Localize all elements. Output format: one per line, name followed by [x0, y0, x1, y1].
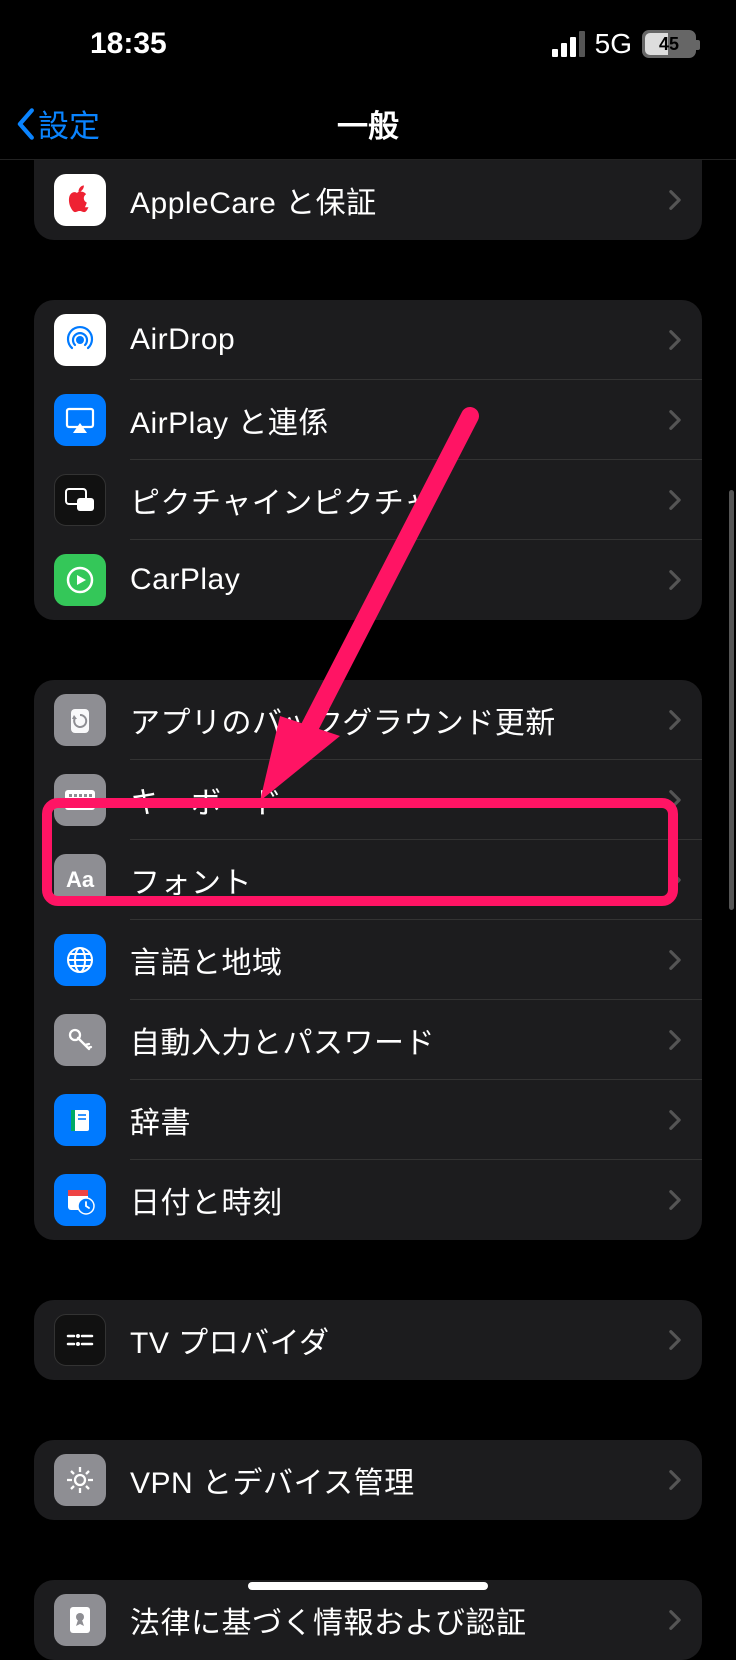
row-carplay[interactable]: CarPlay	[34, 540, 702, 620]
apple-logo-icon	[54, 174, 106, 226]
row-label: アプリのバックグラウンド更新	[130, 698, 668, 742]
row-label: AppleCare と保証	[130, 178, 668, 222]
settings-group: TV プロバイダ	[34, 1300, 702, 1380]
row-label: 日付と時刻	[130, 1178, 668, 1222]
cellular-signal-icon	[552, 31, 585, 57]
row-label: キーボード	[130, 778, 668, 822]
settings-group: 法律に基づく情報および認証	[34, 1580, 702, 1660]
row-label: 辞書	[130, 1098, 668, 1142]
calendar-clock-icon	[54, 1174, 106, 1226]
book-icon	[54, 1094, 106, 1146]
row-legal[interactable]: 法律に基づく情報および認証	[34, 1580, 702, 1660]
status-right: 5G 45	[552, 28, 696, 60]
row-bgrefresh[interactable]: アプリのバックグラウンド更新	[34, 680, 702, 760]
chevron-right-icon	[668, 1108, 682, 1132]
refresh-icon	[54, 694, 106, 746]
status-time: 18:35	[90, 27, 167, 61]
row-autofill[interactable]: 自動入力とパスワード	[34, 1000, 702, 1080]
row-airplay[interactable]: AirPlay と連係	[34, 380, 702, 460]
row-label: フォント	[130, 858, 668, 902]
row-label: VPN とデバイス管理	[130, 1458, 668, 1502]
chevron-right-icon	[668, 328, 682, 352]
row-pip[interactable]: ピクチャインピクチャ	[34, 460, 702, 540]
network-type: 5G	[595, 28, 632, 60]
gear-icon	[54, 1454, 106, 1506]
settings-group: AppleCare と保証	[34, 160, 702, 240]
tv-provider-icon	[54, 1314, 106, 1366]
row-applecare[interactable]: AppleCare と保証	[34, 160, 702, 240]
pip-icon	[54, 474, 106, 526]
fonts-icon: Aa	[54, 854, 106, 906]
row-label: ピクチャインピクチャ	[130, 478, 668, 522]
row-vpn[interactable]: VPN とデバイス管理	[34, 1440, 702, 1520]
row-fonts[interactable]: Aa フォント	[34, 840, 702, 920]
row-label: AirPlay と連係	[130, 398, 668, 442]
row-tvprovider[interactable]: TV プロバイダ	[34, 1300, 702, 1380]
settings-group: AirDrop AirPlay と連係 ピクチャインピクチャ CarPlay	[34, 300, 702, 620]
certificate-icon	[54, 1594, 106, 1646]
chevron-right-icon	[668, 1608, 682, 1632]
carplay-icon	[54, 554, 106, 606]
chevron-right-icon	[668, 1468, 682, 1492]
row-label: 法律に基づく情報および認証	[130, 1598, 668, 1642]
chevron-right-icon	[668, 488, 682, 512]
settings-group: アプリのバックグラウンド更新 キーボード Aa フォント 言語と地域	[34, 680, 702, 1240]
chevron-right-icon	[668, 188, 682, 212]
row-label: AirDrop	[130, 323, 668, 357]
row-keyboard[interactable]: キーボード	[34, 760, 702, 840]
chevron-right-icon	[668, 788, 682, 812]
chevron-right-icon	[668, 568, 682, 592]
home-indicator	[248, 1582, 488, 1590]
chevron-right-icon	[668, 948, 682, 972]
airplay-icon	[54, 394, 106, 446]
scroll-indicator	[729, 490, 734, 910]
keyboard-icon	[54, 774, 106, 826]
battery-icon: 45	[642, 30, 696, 58]
status-bar: 18:35 5G 45	[0, 0, 736, 88]
key-icon	[54, 1014, 106, 1066]
chevron-right-icon	[668, 408, 682, 432]
airdrop-icon	[54, 314, 106, 366]
row-label: TV プロバイダ	[130, 1318, 668, 1362]
battery-level: 45	[644, 32, 694, 56]
settings-content: AppleCare と保証 AirDrop AirPlay と連係 ピクチャイン…	[0, 160, 736, 1660]
nav-bar: 設定 一般	[0, 88, 736, 160]
settings-group: VPN とデバイス管理	[34, 1440, 702, 1520]
row-label: 言語と地域	[130, 938, 668, 982]
row-label: 自動入力とパスワード	[130, 1018, 668, 1062]
row-language-region[interactable]: 言語と地域	[34, 920, 702, 1000]
chevron-right-icon	[668, 1028, 682, 1052]
chevron-right-icon	[668, 1188, 682, 1212]
row-datetime[interactable]: 日付と時刻	[34, 1160, 702, 1240]
chevron-right-icon	[668, 1328, 682, 1352]
globe-icon	[54, 934, 106, 986]
chevron-right-icon	[668, 708, 682, 732]
chevron-left-icon	[14, 107, 36, 141]
back-button[interactable]: 設定	[14, 101, 100, 146]
row-airdrop[interactable]: AirDrop	[34, 300, 702, 380]
row-label: CarPlay	[130, 563, 668, 597]
page-title: 一般	[0, 101, 736, 146]
chevron-right-icon	[668, 868, 682, 892]
row-dictionary[interactable]: 辞書	[34, 1080, 702, 1160]
back-label: 設定	[38, 101, 100, 146]
